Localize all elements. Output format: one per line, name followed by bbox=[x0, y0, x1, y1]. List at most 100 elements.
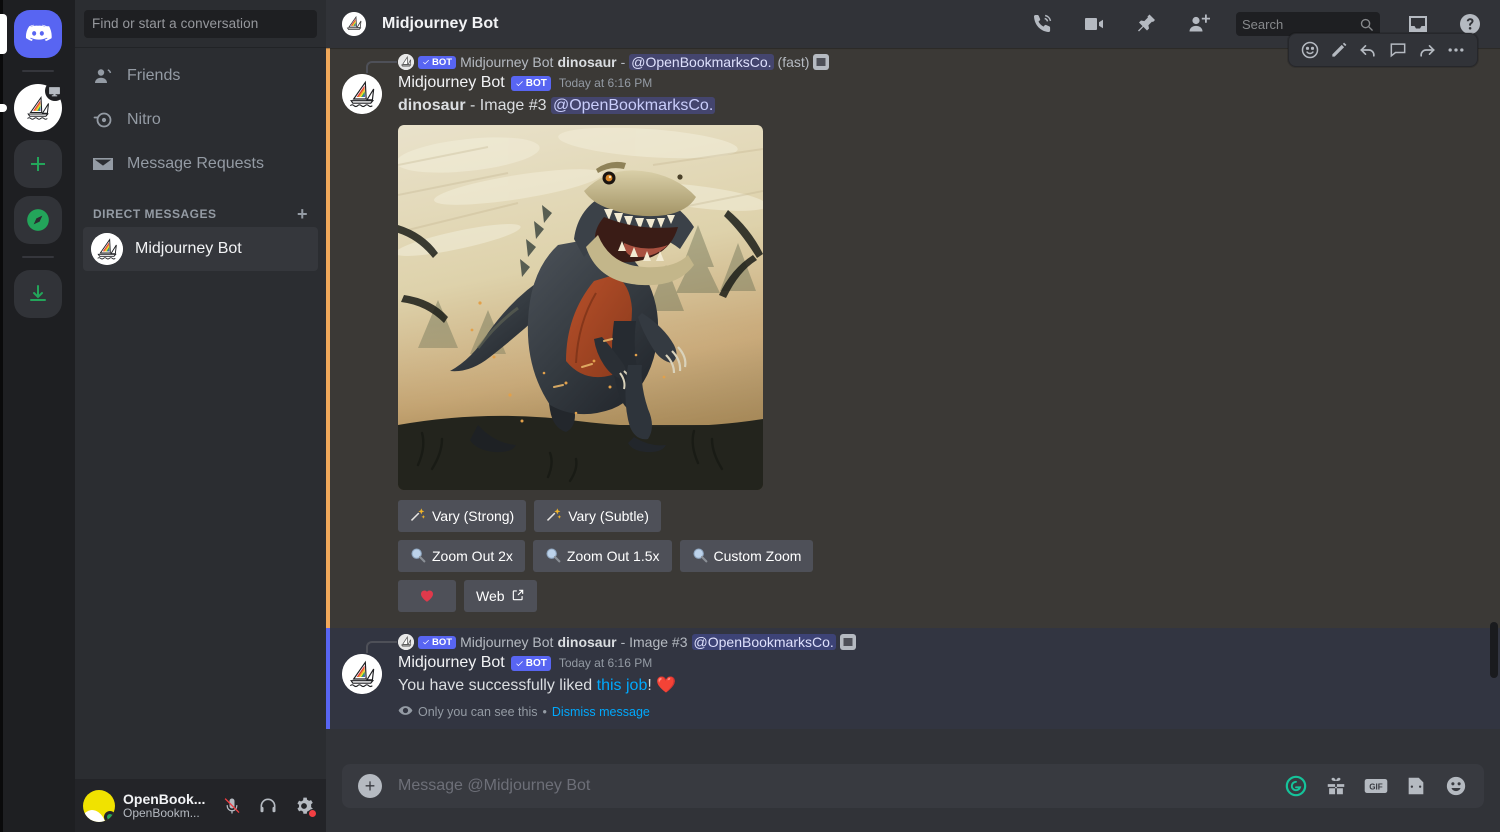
pin-icon[interactable] bbox=[1134, 12, 1158, 36]
vary-strong-button[interactable]: Vary (Strong) bbox=[398, 500, 527, 532]
mute-button[interactable] bbox=[218, 792, 246, 820]
heart-icon bbox=[418, 586, 436, 607]
emoji-icon[interactable] bbox=[1444, 774, 1468, 798]
avatar[interactable] bbox=[342, 654, 382, 694]
more-options-icon[interactable] bbox=[1445, 39, 1467, 61]
reply-reference[interactable]: BOT Midjourney Bot dinosaur - @OpenBookm… bbox=[326, 50, 1452, 73]
message-hover-toolbar[interactable] bbox=[1288, 33, 1478, 67]
add-friend-icon[interactable] bbox=[1186, 12, 1210, 36]
message-timestamp: Today at 6:16 PM bbox=[558, 656, 653, 670]
message-scrollbar-thumb[interactable] bbox=[1490, 622, 1498, 678]
thread-icon[interactable] bbox=[1387, 39, 1409, 61]
magnifier-icon bbox=[545, 547, 561, 566]
message-author[interactable]: Midjourney Bot bbox=[398, 652, 505, 674]
user-panel: OpenBook... OpenBookm... bbox=[75, 779, 326, 832]
server-rail-item-download-apps[interactable] bbox=[13, 270, 62, 318]
server-rail-item-explore[interactable] bbox=[13, 196, 62, 244]
bot-badge-label: BOT bbox=[525, 657, 547, 669]
avatar[interactable] bbox=[83, 789, 115, 822]
message-separator: - Image #3 bbox=[470, 97, 547, 114]
action-row-zoom: Zoom Out 2x Zoom Out 1.5x Custom Zoom bbox=[398, 540, 1452, 572]
message-input-placeholder: Message @Midjourney Bot bbox=[398, 777, 591, 794]
vary-subtle-button[interactable]: Vary (Subtle) bbox=[534, 500, 661, 532]
server-status-badge bbox=[44, 81, 65, 101]
eye-icon bbox=[398, 703, 413, 721]
reply-prompt: dinosaur bbox=[557, 54, 617, 70]
reply-reference[interactable]: BOT Midjourney Bot dinosaur - Image #3 @… bbox=[326, 630, 1452, 653]
custom-zoom-button[interactable]: Custom Zoom bbox=[679, 540, 814, 572]
avatar bbox=[398, 634, 414, 650]
sparkle-wand-icon bbox=[546, 507, 562, 526]
zoom-out-1-5x-button[interactable]: Zoom Out 1.5x bbox=[532, 540, 672, 572]
check-icon bbox=[423, 639, 429, 645]
sidebar-item-nitro[interactable]: Nitro bbox=[83, 99, 318, 141]
reply-author: Midjourney Bot bbox=[460, 54, 554, 70]
upload-attachment-button[interactable]: + bbox=[358, 774, 382, 798]
dismiss-message-button[interactable]: Dismiss message bbox=[552, 705, 650, 719]
check-icon bbox=[515, 80, 523, 86]
avatar[interactable] bbox=[342, 74, 382, 114]
user-settings-button[interactable] bbox=[290, 792, 318, 820]
server-rail-item-midjourney[interactable] bbox=[0, 81, 65, 132]
voice-call-icon[interactable] bbox=[1030, 12, 1054, 36]
find-conversation-input[interactable]: Find or start a conversation bbox=[84, 9, 317, 38]
image-attachment-icon bbox=[839, 634, 856, 650]
midjourney-boat-icon bbox=[91, 233, 123, 265]
button-label: Vary (Strong) bbox=[432, 508, 515, 524]
server-rail-item-add-server[interactable] bbox=[13, 140, 62, 188]
rail-divider bbox=[21, 70, 54, 72]
window-left-edge bbox=[0, 0, 3, 832]
message-author[interactable]: Midjourney Bot bbox=[398, 72, 505, 94]
favorite-button[interactable] bbox=[398, 580, 456, 612]
magnifier-icon bbox=[692, 547, 708, 566]
message-text-after-link: ! bbox=[647, 677, 657, 694]
bot-badge: BOT bbox=[418, 55, 457, 69]
message-scrollbar-track[interactable] bbox=[1484, 96, 1500, 764]
button-label: Zoom Out 2x bbox=[432, 548, 513, 564]
username: OpenBook... bbox=[123, 790, 206, 807]
this-job-link[interactable]: this job bbox=[597, 677, 648, 694]
sidebar-item-message-requests[interactable]: Message Requests bbox=[83, 143, 318, 185]
message-mention[interactable]: @OpenBookmarksCo. bbox=[550, 97, 716, 114]
bot-badge: BOT bbox=[510, 75, 551, 91]
dm-item-midjourney-bot[interactable]: Midjourney Bot bbox=[83, 227, 318, 271]
web-button[interactable]: Web bbox=[464, 580, 537, 612]
sidebar-item-friends[interactable]: Friends bbox=[83, 55, 318, 97]
reply-mention[interactable]: @OpenBookmarksCo. bbox=[691, 634, 836, 650]
create-dm-button[interactable]: + bbox=[295, 205, 310, 223]
message-group: BOT Midjourney Bot dinosaur - Image #3 @… bbox=[326, 628, 1500, 729]
plus-icon bbox=[30, 157, 45, 171]
edit-icon[interactable] bbox=[1328, 39, 1350, 61]
svg-text:GIF: GIF bbox=[1369, 783, 1383, 792]
message-timestamp: Today at 6:16 PM bbox=[558, 76, 653, 90]
direct-messages-section-header: DIRECT MESSAGES + bbox=[83, 187, 318, 227]
composer-box[interactable]: + Message @Midjourney Bot GIF bbox=[342, 764, 1484, 808]
user-tag: OpenBookm... bbox=[123, 805, 200, 820]
reply-icon[interactable] bbox=[1357, 39, 1379, 61]
midjourney-boat-icon bbox=[342, 74, 382, 114]
compass-icon bbox=[26, 209, 49, 231]
deafen-button[interactable] bbox=[254, 792, 282, 820]
channel-header: Midjourney Bot Search bbox=[326, 0, 1500, 67]
server-rail-item-home[interactable] bbox=[0, 10, 62, 58]
video-call-icon[interactable] bbox=[1082, 12, 1106, 36]
check-icon bbox=[515, 660, 523, 666]
generated-image-dinosaur[interactable] bbox=[398, 125, 763, 490]
gift-icon[interactable] bbox=[1324, 774, 1348, 798]
grammarly-icon[interactable] bbox=[1284, 774, 1308, 798]
header-avatar bbox=[342, 12, 366, 36]
sidebar-item-message-requests-label: Message Requests bbox=[127, 155, 264, 172]
add-reaction-icon[interactable] bbox=[1299, 39, 1321, 61]
message-composer: + Message @Midjourney Bot GIF bbox=[326, 764, 1500, 832]
sparkle-wand-icon bbox=[410, 507, 426, 526]
search-placeholder: Search bbox=[1242, 16, 1284, 32]
forward-icon[interactable] bbox=[1416, 39, 1438, 61]
reply-mention[interactable]: @OpenBookmarksCo. bbox=[629, 54, 774, 70]
gif-icon[interactable]: GIF bbox=[1364, 774, 1388, 798]
message-input[interactable]: Message @Midjourney Bot bbox=[382, 766, 1284, 806]
action-row-favorite: Web bbox=[398, 580, 1452, 612]
message-content: You have successfully liked this job! ❤️ bbox=[398, 674, 1452, 697]
sticker-icon[interactable] bbox=[1404, 774, 1428, 798]
active-server-pill bbox=[0, 14, 7, 54]
zoom-out-2x-button[interactable]: Zoom Out 2x bbox=[398, 540, 525, 572]
